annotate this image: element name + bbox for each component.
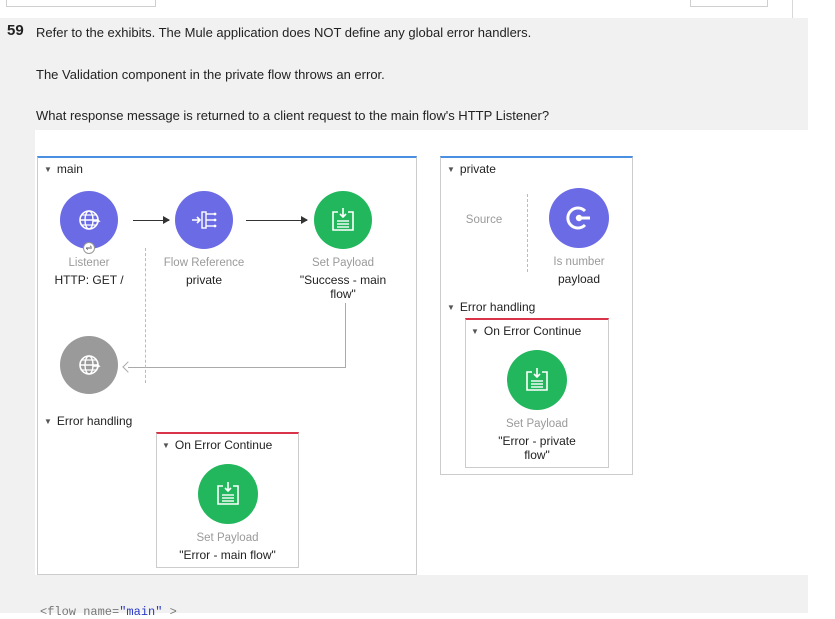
set-payload-detail-label: "Error - private flow" [498, 434, 576, 462]
private-flow-title-text: private [459, 162, 496, 176]
code-value: "main" [119, 605, 163, 619]
exhibit-image: ▼ main ⇌ Listener HTTP: GET / Flow Refer… [35, 130, 808, 575]
set-payload-detail-label: "Success - main flow" [299, 273, 387, 301]
collapse-triangle-icon[interactable]: ▼ [447, 165, 455, 174]
return-arrow-icon [122, 361, 134, 373]
source-placeholder-label: Source [465, 214, 503, 226]
set-payload-component[interactable] [198, 464, 258, 524]
return-path-line [345, 303, 346, 367]
flow-reference-icon [192, 211, 217, 229]
set-payload-component[interactable] [314, 191, 372, 249]
main-on-error-continue-title[interactable]: ▼ On Error Continue [162, 438, 272, 452]
main-on-error-continue-text: On Error Continue [174, 438, 273, 452]
set-payload-icon [217, 482, 239, 505]
is-number-detail-label: payload [557, 272, 601, 286]
is-number-component[interactable] [549, 188, 609, 248]
bidirectional-badge-icon: ⇌ [83, 242, 95, 254]
question-number: 59 [7, 22, 24, 39]
code-exhibit-peek: <flow name="main" > [40, 605, 177, 619]
private-on-error-continue-title[interactable]: ▼ On Error Continue [471, 324, 581, 338]
listener-component[interactable] [60, 191, 118, 249]
question-text-line-3: What response message is returned to a c… [36, 108, 550, 123]
set-payload-type-label: Set Payload [311, 257, 374, 269]
private-error-handling-text: Error handling [459, 300, 536, 314]
private-on-error-continue-panel: ▼ On Error Continue Set Payload "Error - … [465, 318, 609, 468]
return-path-line [128, 367, 346, 368]
flow-reference-type-label: Flow Reference [163, 257, 245, 269]
source-divider [145, 248, 146, 383]
collapse-triangle-icon[interactable]: ▼ [447, 303, 455, 312]
code-suffix: > [162, 605, 177, 619]
question-text-line-1: Refer to the exhibits. The Mule applicat… [36, 25, 532, 40]
flow-arrow [246, 216, 308, 224]
top-bar [0, 0, 835, 18]
question-text-line-2: The Validation component in the private … [36, 67, 385, 82]
top-control-right[interactable] [690, 0, 768, 7]
main-flow-title-text: main [56, 162, 83, 176]
collapse-triangle-icon[interactable]: ▼ [44, 417, 52, 426]
set-payload-component[interactable] [507, 350, 567, 410]
collapse-triangle-icon[interactable]: ▼ [471, 327, 479, 336]
main-on-error-continue-panel: ▼ On Error Continue Set Payload "Error - … [156, 432, 299, 568]
listener-type-label: Listener [68, 257, 110, 269]
set-payload-type-label: Set Payload [505, 418, 568, 430]
validation-icon [566, 206, 590, 230]
private-error-handling-title[interactable]: ▼ Error handling [447, 300, 535, 314]
flow-arrow [133, 216, 170, 224]
set-payload-type-label: Set Payload [196, 532, 259, 544]
set-payload-detail-label: "Error - main flow" [179, 548, 276, 562]
globe-icon [79, 355, 101, 375]
listener-detail-label: HTTP: GET / [54, 273, 124, 287]
main-error-handling-text: Error handling [56, 414, 133, 428]
globe-icon [79, 210, 101, 230]
collapse-triangle-icon[interactable]: ▼ [44, 165, 52, 174]
private-on-error-continue-text: On Error Continue [483, 324, 582, 338]
top-control-left[interactable] [6, 0, 156, 7]
flow-reference-detail-label: private [185, 273, 223, 287]
code-prefix: <flow name= [40, 605, 120, 619]
set-payload-icon [332, 208, 354, 231]
listener-response-component [60, 336, 118, 394]
main-flow-panel: ▼ main ⇌ Listener HTTP: GET / Flow Refer… [37, 156, 417, 575]
set-payload-icon [526, 368, 548, 391]
flow-reference-component[interactable] [175, 191, 233, 249]
collapse-triangle-icon[interactable]: ▼ [162, 441, 170, 450]
is-number-type-label: Is number [553, 256, 605, 268]
main-error-handling-title[interactable]: ▼ Error handling [44, 414, 132, 428]
main-flow-title[interactable]: ▼ main [44, 162, 83, 176]
private-flow-title[interactable]: ▼ private [447, 162, 496, 176]
private-flow-panel: ▼ private Source Is number payload ▼ Error… [440, 156, 633, 475]
